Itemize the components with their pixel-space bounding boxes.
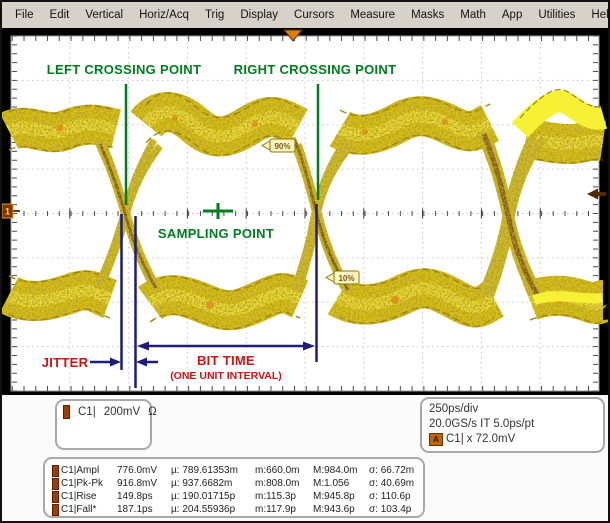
trigger-level: x 72.0mV	[467, 432, 516, 447]
measurement-value: 187.1ps	[117, 503, 171, 516]
vertical-coupling: Ω	[148, 406, 157, 418]
menu-item-utilities[interactable]: Utilities	[530, 9, 583, 21]
trigger-source: C1|	[446, 432, 464, 447]
vertical-readout-box[interactable]: C1| 200mV Ω	[55, 399, 152, 450]
channel1-color-swatch	[52, 465, 59, 477]
menu-item-masks[interactable]: Masks	[403, 9, 452, 21]
measurement-value: 916.8mV	[117, 477, 171, 490]
measurement-sd: σ: 40.69m	[369, 477, 423, 490]
trigger-source-icon: A	[429, 433, 443, 446]
menu-item-vertical[interactable]: Vertical	[77, 9, 131, 21]
unit-interval-label: (ONE UNIT INTERVAL)	[170, 370, 282, 382]
measurement-min: m:808.0m	[255, 477, 313, 490]
waveform-display: LEFT CROSSING POINT RIGHT CROSSING POINT…	[0, 28, 610, 395]
measurement-sd: σ: 110.6p	[369, 490, 423, 503]
scope-graticule-svg: LEFT CROSSING POINT RIGHT CROSSING POINT…	[0, 28, 610, 395]
measurement-max: M:984.0m	[313, 464, 369, 477]
measurement-value: 776.0mV	[117, 464, 171, 477]
sample-rate-readout: 20.0GS/s IT 5.0ps/pt	[429, 417, 596, 432]
measurement-row-pkpk[interactable]: C1|Pk-Pk 916.8mV µ: 937.6682m m:808.0m M…	[52, 477, 423, 490]
measurement-mean: µ: 937.6682m	[171, 477, 255, 490]
measurement-label: C1|Rise	[61, 490, 117, 503]
measurement-row-rise[interactable]: C1|Rise 149.8ps µ: 190.01715p m:115.3p M…	[52, 490, 423, 503]
menu-item-measure[interactable]: Measure	[342, 9, 403, 21]
menu-item-display[interactable]: Display	[232, 9, 286, 21]
measurement-min: m:117.9p	[255, 503, 313, 516]
channel1-color-swatch	[52, 504, 59, 516]
bit-time-label: BIT TIME	[197, 353, 255, 368]
measurement-sd: σ: 66.72m	[369, 464, 423, 477]
measurement-max: M:943.6p	[313, 503, 369, 516]
channel1-color-swatch	[63, 405, 70, 419]
sampling-point-label: SAMPLING POINT	[158, 226, 274, 241]
measurement-value: 149.8ps	[117, 490, 171, 503]
right-crossing-label: RIGHT CROSSING POINT	[234, 62, 397, 77]
measurement-mean: µ: 190.01715p	[171, 490, 255, 503]
measurement-max: M:1.056	[313, 477, 369, 490]
measurement-min: m:660.0m	[255, 464, 313, 477]
left-crossing-label: LEFT CROSSING POINT	[47, 62, 201, 77]
measurements-box: C1|Ampl 776.0mV µ: 789.61353m m:660.0m M…	[43, 457, 425, 518]
channel1-marker-label: 1	[5, 207, 11, 218]
measurement-max: M:945.8p	[313, 490, 369, 503]
menu-bar: File Edit Vertical Horiz/Acq Trig Displa…	[2, 2, 608, 28]
measurement-min: m:115.3p	[255, 490, 313, 503]
jitter-label: JITTER	[42, 355, 89, 370]
menu-item-horiz-acq[interactable]: Horiz/Acq	[131, 9, 197, 21]
menu-item-cursors[interactable]: Cursors	[286, 9, 342, 21]
measurement-label: C1|Fall*	[61, 503, 117, 516]
horizontal-readout-box[interactable]: 250ps/div 20.0GS/s IT 5.0ps/pt A C1| x 7…	[420, 397, 605, 453]
menu-item-file[interactable]: File	[7, 9, 42, 21]
measurement-label: C1|Ampl	[61, 464, 117, 477]
channel1-color-swatch	[52, 478, 59, 490]
channel1-color-swatch	[52, 491, 59, 503]
measurement-row-ampl[interactable]: C1|Ampl 776.0mV µ: 789.61353m m:660.0m M…	[52, 464, 423, 477]
menu-item-trig[interactable]: Trig	[197, 9, 232, 21]
timebase-readout: 250ps/div	[429, 402, 596, 417]
ref-low-label: 10%	[338, 274, 354, 283]
menu-item-edit[interactable]: Edit	[42, 9, 78, 21]
menu-item-app[interactable]: App	[494, 9, 530, 21]
measurement-row-fall[interactable]: C1|Fall* 187.1ps µ: 204.55936p m:117.9p …	[52, 503, 423, 516]
measurement-sd: σ: 103.4p	[369, 503, 423, 516]
measurement-mean: µ: 204.55936p	[171, 503, 255, 516]
measurement-label: C1|Pk-Pk	[61, 477, 117, 490]
vertical-channel: C1|	[78, 406, 96, 418]
menu-item-math[interactable]: Math	[452, 9, 494, 21]
ref-high-label: 90%	[274, 142, 290, 151]
vertical-scale: 200mV	[104, 406, 140, 418]
menu-item-help[interactable]: Help	[583, 9, 610, 21]
measurement-mean: µ: 789.61353m	[171, 464, 255, 477]
